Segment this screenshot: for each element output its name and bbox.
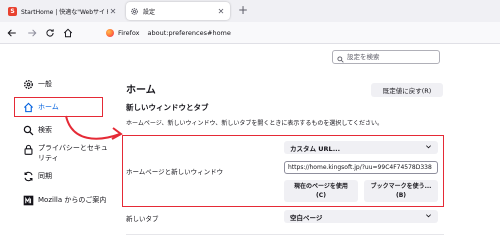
identity-label: Firefox bbox=[118, 29, 140, 37]
homepage-label: ホームページと新しいウィンドウ bbox=[126, 168, 224, 176]
homepage-dropdown[interactable]: カスタム URL... bbox=[284, 141, 438, 154]
settings-search[interactable] bbox=[332, 50, 440, 64]
tab-title: StartHome | 快適な"Webサイト… bbox=[21, 8, 108, 16]
sync-icon bbox=[22, 170, 34, 182]
page-title: ホーム bbox=[126, 85, 156, 96]
annotation-arrow bbox=[65, 115, 123, 140]
chevron-down-icon bbox=[425, 143, 432, 152]
close-icon[interactable]: ✕ bbox=[108, 7, 118, 16]
reload-icon[interactable] bbox=[42, 25, 58, 41]
search-input[interactable] bbox=[344, 53, 435, 61]
homepage-url-input[interactable]: https://home.kingsoft.jp/?uu=99C4F74578D… bbox=[284, 161, 438, 174]
chevron-down-icon bbox=[425, 212, 432, 221]
url-text: about:preferences#home bbox=[147, 29, 231, 37]
search-icon bbox=[22, 124, 34, 136]
newtab-label: 新しいタブ bbox=[126, 215, 159, 223]
gear-icon bbox=[130, 7, 139, 16]
use-bookmark-button[interactable]: ブックマークを使う... (B) bbox=[364, 180, 438, 202]
search-icon bbox=[337, 48, 344, 67]
address-bar[interactable]: Firefox about:preferences#home bbox=[106, 25, 498, 41]
sidebar-item-label: Mozilla からのご案内 bbox=[38, 196, 107, 204]
section-title: 新しいウィンドウとタブ bbox=[126, 103, 209, 112]
sidebar-item-label: 検索 bbox=[38, 126, 52, 134]
sidebar-item-label: 一般 bbox=[38, 80, 52, 88]
sidebar-item-mozilla[interactable]: Mozilla からのご案内 bbox=[22, 193, 106, 207]
tab-title: 設定 bbox=[143, 8, 156, 16]
use-current-page-button[interactable]: 現在のページを使用 (C) bbox=[284, 180, 358, 202]
close-icon[interactable]: ✕ bbox=[216, 7, 226, 16]
dropdown-value: 空白ページ bbox=[290, 213, 323, 222]
tab-starthome[interactable]: S StartHome | 快適な"Webサイト… ✕ bbox=[4, 2, 122, 20]
sidebar-item-label: 同期 bbox=[38, 172, 52, 180]
firefox-logo-icon bbox=[106, 29, 114, 37]
newtab-dropdown[interactable]: 空白ページ bbox=[284, 210, 438, 223]
back-arrow-icon[interactable] bbox=[4, 25, 20, 41]
lock-icon bbox=[22, 143, 34, 155]
gear-icon bbox=[22, 78, 34, 90]
mozilla-icon bbox=[22, 194, 34, 206]
tab-settings[interactable]: 設定 ✕ bbox=[126, 2, 230, 20]
forward-arrow-icon[interactable] bbox=[24, 25, 40, 41]
divider bbox=[126, 234, 444, 235]
sidebar-item-general[interactable]: 一般 bbox=[22, 77, 52, 91]
home-icon[interactable] bbox=[60, 25, 76, 41]
sidebar-item-search[interactable]: 検索 bbox=[22, 123, 52, 137]
sidebar-item-sync[interactable]: 同期 bbox=[22, 169, 52, 183]
new-tab-button[interactable]: + bbox=[236, 3, 250, 17]
section-description: ホームページ、新しいウィンドウ、新しいタブを開くときに表示するものを選択してくだ… bbox=[126, 120, 383, 127]
starthome-favicon-icon: S bbox=[8, 6, 17, 16]
restore-defaults-button[interactable]: 既定値に戻す(R) bbox=[371, 83, 443, 97]
dropdown-value: カスタム URL... bbox=[290, 144, 341, 153]
